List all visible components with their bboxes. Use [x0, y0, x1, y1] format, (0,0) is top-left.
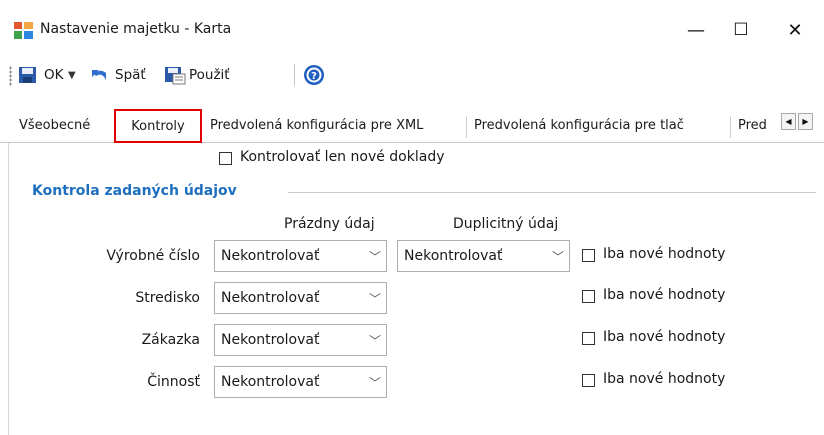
select-value: Nekontrolovať [404, 248, 503, 264]
section-divider [288, 192, 816, 193]
ok-button[interactable]: OK [18, 62, 63, 88]
column-header-duplicate: Duplicitný údaj [453, 216, 559, 232]
chevron-down-icon: ﹀ [368, 333, 381, 348]
only-new-values-label: Iba nové hodnoty [603, 371, 726, 387]
duplicate-check-select[interactable]: Nekontrolovať ﹀ [397, 240, 570, 272]
only-new-docs-label: Kontrolovať len nové doklady [240, 149, 445, 165]
chevron-down-icon: ﹀ [368, 375, 381, 390]
empty-check-select[interactable]: Nekontrolovať ﹀ [214, 282, 387, 314]
only-new-values-label: Iba nové hodnoty [603, 246, 726, 262]
empty-check-select[interactable]: Nekontrolovať ﹀ [214, 324, 387, 356]
only-new-values-label: Iba nové hodnoty [603, 287, 726, 303]
maximize-button[interactable]: ☐ [718, 10, 764, 50]
tab-kontroly[interactable]: Kontroly [114, 109, 202, 143]
column-header-empty: Prázdny údaj [284, 216, 375, 232]
tab-separator [466, 116, 467, 138]
content-border [8, 143, 9, 435]
empty-check-select[interactable]: Nekontrolovať ﹀ [214, 240, 387, 272]
select-value: Nekontrolovať [221, 332, 320, 348]
section-title: Kontrola zadaných údajov [32, 183, 237, 199]
empty-check-select[interactable]: Nekontrolovať ﹀ [214, 366, 387, 398]
only-new-values-checkbox[interactable] [582, 290, 595, 303]
minimize-button[interactable]: — [673, 10, 719, 50]
tab-xml-config[interactable]: Predvolená konfigurácia pre XML [210, 108, 423, 142]
tab-scroll-right-icon[interactable]: ▶ [798, 113, 813, 130]
apply-save-icon [165, 67, 186, 85]
only-new-values-checkbox[interactable] [582, 249, 595, 262]
only-new-values-checkbox[interactable] [582, 332, 595, 345]
tab-kontroly-label: Kontroly [131, 118, 185, 134]
tab-separator [730, 116, 731, 138]
tab-print-config[interactable]: Predvolená konfigurácia pre tlač [474, 108, 684, 142]
tab-truncated[interactable]: Pred [738, 108, 768, 142]
chevron-down-icon: ﹀ [551, 249, 564, 264]
chevron-down-icon: ﹀ [368, 249, 381, 264]
back-label: Späť [115, 67, 146, 83]
only-new-values-label: Iba nové hodnoty [603, 329, 726, 345]
row-label: Výrobné číslo [106, 248, 200, 264]
toolbar-separator [294, 64, 295, 86]
close-button[interactable]: ✕ [772, 10, 818, 50]
select-value: Nekontrolovať [221, 290, 320, 306]
tab-vseobecne[interactable]: Všeobecné [19, 108, 90, 142]
only-new-values-checkbox[interactable] [582, 374, 595, 387]
toolbar-grip[interactable] [9, 66, 12, 86]
row-label: Stredisko [135, 290, 200, 306]
app-icon [14, 22, 33, 39]
apply-button[interactable]: Použiť [164, 62, 230, 88]
only-new-docs-checkbox[interactable] [219, 152, 232, 165]
apply-label: Použiť [189, 67, 230, 83]
row-label: Činnosť [147, 374, 200, 390]
row-label: Zákazka [141, 332, 200, 348]
help-icon-glyph: ? [311, 71, 317, 82]
chevron-down-icon: ﹀ [368, 291, 381, 306]
undo-icon [92, 70, 106, 80]
ok-dropdown-arrow-icon[interactable]: ▼ [68, 62, 76, 88]
window-title: Nastavenie majetku - Karta [40, 21, 232, 37]
help-icon: ? [304, 65, 324, 85]
back-button[interactable]: Späť [90, 62, 146, 88]
help-button[interactable]: ? [303, 62, 325, 88]
select-value: Nekontrolovať [221, 374, 320, 390]
tab-scroll-left-icon[interactable]: ◀ [781, 113, 796, 130]
save-icon [19, 67, 36, 83]
select-value: Nekontrolovať [221, 248, 320, 264]
ok-label: OK [44, 67, 64, 83]
